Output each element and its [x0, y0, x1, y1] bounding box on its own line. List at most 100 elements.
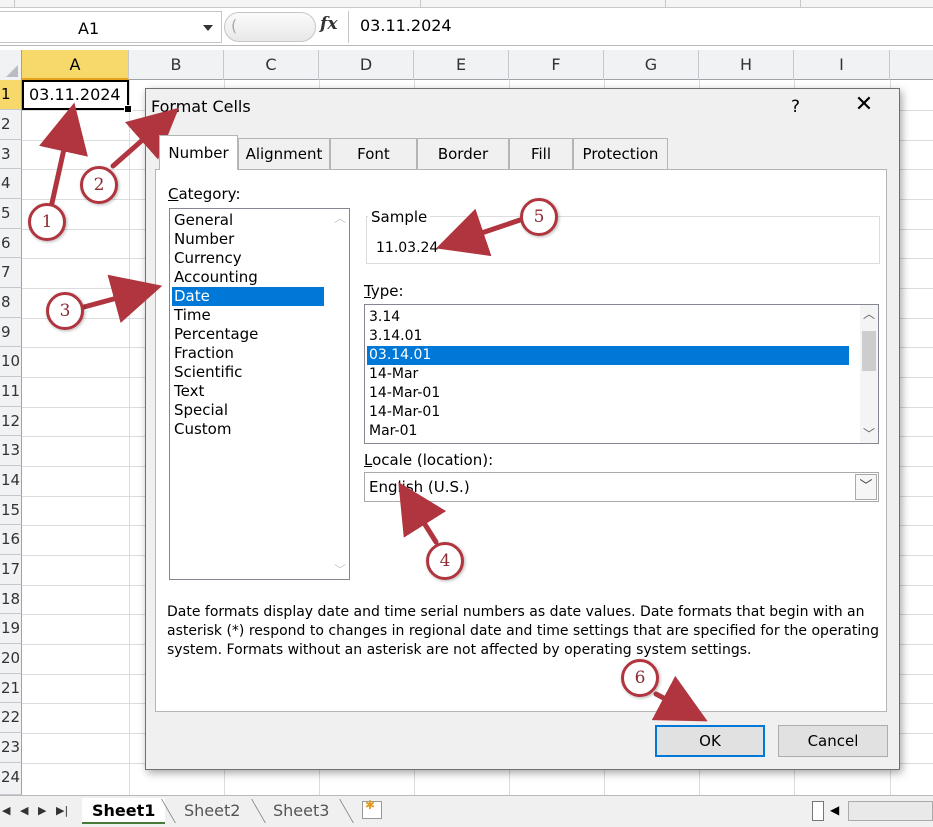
scroll-up-icon[interactable]: ︿	[860, 305, 878, 323]
tab-alignment[interactable]: Alignment	[238, 138, 330, 169]
type-list[interactable]: 3.14 3.14.01 03.14.01 14-Mar 14-Mar-01 1…	[364, 304, 879, 444]
column-header-c[interactable]: C	[224, 50, 319, 80]
tab-fill[interactable]: Fill	[509, 138, 573, 169]
ok-button[interactable]: OK	[655, 725, 765, 757]
callout-badge-2: 2	[80, 166, 118, 204]
locale-label-accelerator: L	[364, 451, 373, 469]
tab-border[interactable]: Border	[417, 138, 509, 169]
prev-sheet-icon[interactable]: ◀	[20, 804, 28, 817]
type-option[interactable]: 3.14.01	[367, 327, 422, 346]
type-option[interactable]: 14-Mar-01	[367, 384, 440, 403]
scroll-up-icon[interactable]: ︿	[331, 209, 349, 227]
horizontal-scrollbar[interactable]	[848, 801, 933, 821]
column-header-g[interactable]: G	[604, 50, 699, 80]
tab-split-handle[interactable]	[812, 801, 824, 821]
row-header-6[interactable]: 6	[0, 229, 22, 258]
tab-protection[interactable]: Protection	[573, 138, 668, 169]
scroll-down-icon[interactable]: ﹀	[860, 425, 878, 443]
category-text[interactable]: Text	[172, 382, 204, 401]
row-header-15[interactable]: 15	[0, 496, 22, 525]
row-header-16[interactable]: 16	[0, 525, 22, 555]
row-header-20[interactable]: 20	[0, 644, 22, 674]
row-header-22[interactable]: 22	[0, 703, 22, 733]
row-header-9[interactable]: 9	[0, 318, 22, 347]
select-all-corner[interactable]	[0, 50, 22, 80]
scroll-down-icon[interactable]: ﹀	[331, 561, 349, 579]
category-special[interactable]: Special	[172, 401, 228, 420]
splitter-grip-icon: (	[231, 16, 238, 35]
column-header-a[interactable]: A	[22, 50, 129, 80]
insert-function-icon[interactable]: fx	[320, 14, 337, 34]
row-header-10[interactable]: 10	[0, 347, 22, 377]
cancel-button[interactable]: Cancel	[778, 725, 888, 757]
row-header-12[interactable]: 12	[0, 407, 22, 436]
row-header-18[interactable]: 18	[0, 585, 22, 614]
close-button[interactable]: ✕	[851, 93, 877, 117]
first-sheet-icon[interactable]: ◀	[2, 804, 10, 817]
category-currency[interactable]: Currency	[172, 249, 242, 268]
category-scrollbar[interactable]: ︿ ﹀	[331, 209, 349, 579]
sheet-tab-sheet1[interactable]: Sheet1	[82, 798, 166, 824]
column-header-b[interactable]: B	[129, 50, 224, 80]
category-custom[interactable]: Custom	[172, 420, 231, 439]
column-header-f[interactable]: F	[509, 50, 604, 80]
locale-select[interactable]: English (U.S.) ﹀	[364, 472, 879, 502]
name-box[interactable]: A1	[0, 11, 222, 43]
gridline	[129, 80, 130, 795]
type-option-selected[interactable]: 03.14.01	[367, 346, 849, 365]
category-fraction[interactable]: Fraction	[172, 344, 234, 363]
row-header-2[interactable]: 2	[0, 110, 22, 140]
help-button[interactable]: ?	[791, 97, 800, 117]
row-header-23[interactable]: 23	[0, 733, 22, 763]
column-header-e[interactable]: E	[414, 50, 509, 80]
row-header-14[interactable]: 14	[0, 466, 22, 496]
sheet-tab-sheet3[interactable]: Sheet3	[263, 798, 339, 824]
type-scrollbar[interactable]: ︿ ﹀	[860, 305, 878, 443]
category-list[interactable]: General Number Currency Accounting Date …	[169, 208, 350, 580]
category-label-text: ategory:	[178, 185, 241, 203]
locale-value: English (U.S.)	[369, 478, 470, 496]
row-header-3[interactable]: 3	[0, 140, 22, 169]
category-accounting[interactable]: Accounting	[172, 268, 258, 287]
category-number[interactable]: Number	[172, 230, 234, 249]
row-header-5[interactable]: 5	[0, 199, 22, 229]
formula-bar-splitter[interactable]: (	[224, 12, 316, 42]
row-header-17[interactable]: 17	[0, 555, 22, 585]
sheet-tab-sheet2[interactable]: Sheet2	[174, 798, 250, 824]
column-header-i[interactable]: I	[794, 50, 890, 80]
scroll-thumb[interactable]	[862, 331, 876, 371]
scroll-left-icon[interactable]: ◀	[830, 803, 839, 817]
next-sheet-icon[interactable]: ▶	[38, 804, 46, 817]
category-scientific[interactable]: Scientific	[172, 363, 242, 382]
row-header-24[interactable]: 24	[0, 763, 22, 795]
type-option[interactable]: 3.14	[367, 308, 400, 327]
callout-badge-6: 6	[621, 659, 659, 697]
type-option[interactable]: 14-Mar-01	[367, 403, 440, 422]
insert-sheet-icon[interactable]	[362, 798, 382, 819]
category-date[interactable]: Date	[172, 287, 324, 306]
column-header-d[interactable]: D	[319, 50, 414, 80]
cell-a1[interactable]: 03.11.2024	[22, 80, 132, 113]
callout-badge-4: 4	[426, 542, 464, 580]
row-header-1[interactable]: 1	[0, 80, 22, 110]
category-percentage[interactable]: Percentage	[172, 325, 258, 344]
column-header-h[interactable]: H	[699, 50, 794, 80]
category-general[interactable]: General	[172, 211, 233, 230]
tab-number[interactable]: Number	[159, 135, 238, 170]
category-time[interactable]: Time	[172, 306, 211, 325]
row-header-11[interactable]: 11	[0, 377, 22, 407]
row-header-13[interactable]: 13	[0, 436, 22, 466]
formula-input[interactable]: 03.11.2024	[360, 16, 452, 35]
row-header-8[interactable]: 8	[0, 288, 22, 318]
tab-font[interactable]: Font	[330, 138, 417, 169]
type-option[interactable]: Mar-01	[367, 422, 417, 441]
row-header-7[interactable]: 7	[0, 258, 22, 288]
row-header-19[interactable]: 19	[0, 614, 22, 644]
row-header-4[interactable]: 4	[0, 169, 22, 199]
chevron-down-icon[interactable]: ﹀	[855, 474, 877, 500]
type-option[interactable]: 14-Mar	[367, 365, 418, 384]
formula-bar: A1 ( fx 03.11.2024	[0, 8, 933, 46]
row-header-21[interactable]: 21	[0, 674, 22, 703]
name-box-dropdown-icon[interactable]	[203, 25, 213, 31]
last-sheet-icon[interactable]: ▶|	[56, 804, 68, 817]
